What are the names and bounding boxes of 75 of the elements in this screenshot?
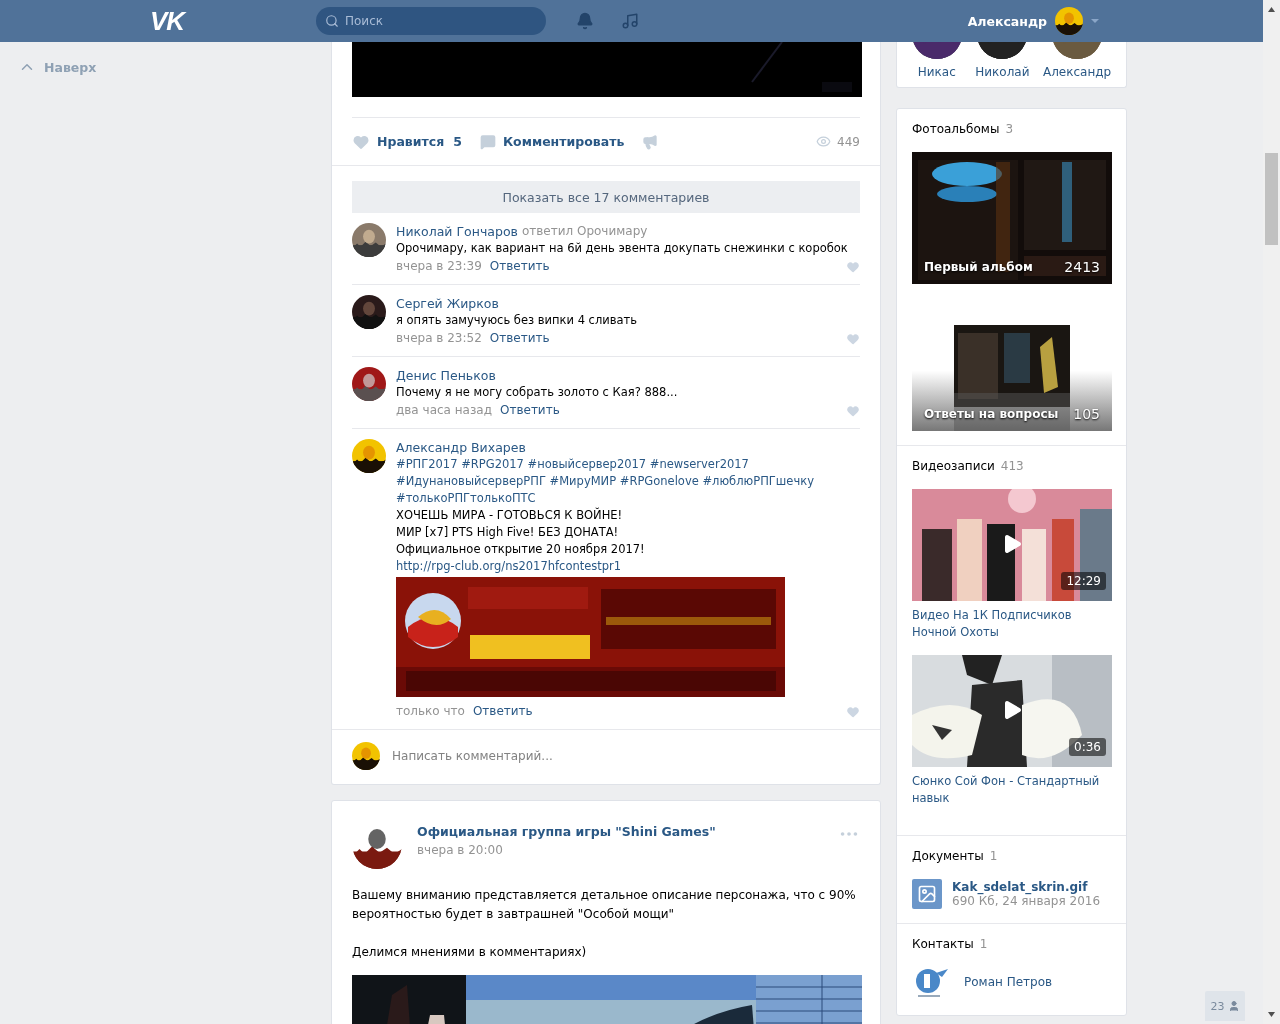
contact-name[interactable]: Роман Петров [964, 975, 1053, 989]
video-thumbnail[interactable]: 12:29 [912, 489, 1112, 601]
avatar [352, 742, 380, 770]
section-title[interactable]: Контакты [912, 937, 974, 951]
friend-link[interactable]: Александр [1043, 42, 1112, 79]
video-thumbnail[interactable]: 0:36 [912, 655, 1112, 767]
section-count: 1 [989, 849, 998, 863]
comment-time: только что [396, 703, 465, 720]
comment-button[interactable]: Комментировать [479, 133, 625, 150]
comment-author[interactable]: Николай Гончаров [396, 223, 518, 240]
share-button[interactable] [642, 133, 659, 150]
comment-text: Официальное открытие 20 ноября 2017! [396, 541, 646, 558]
album-tile[interactable]: Первый альбом 2413 [912, 152, 1112, 284]
avatar [1055, 7, 1083, 35]
avatar [352, 439, 386, 473]
image-file-icon[interactable] [912, 879, 942, 909]
video-duration: 12:29 [1061, 572, 1106, 590]
document-name[interactable]: Kak_sdelat_skrin.gif [952, 880, 1101, 894]
comment-time: вчера в 23:39 [396, 258, 482, 275]
video-title[interactable]: Видео На 1К Подписчиков Ночной Охоты [912, 607, 1112, 641]
comment-author[interactable]: Сергей Жирков [396, 295, 499, 312]
avatar [352, 367, 386, 401]
person-icon [1227, 1000, 1240, 1012]
reply-link[interactable]: Ответить [489, 330, 550, 347]
comment-time: два часа назад [396, 402, 492, 419]
user-name[interactable]: Александр [967, 13, 1047, 29]
reply-to-text: ответил Орочимару [521, 223, 648, 240]
search-icon [325, 14, 339, 28]
comment-link[interactable]: #ИдунановыйсерверРПГ #МируМИР #RPGonelove #люблюРПГшечку [396, 473, 860, 490]
comment-text: МИР [x7] PTS High Five! БЕЗ ДОНАТА! [396, 524, 620, 541]
music-icon[interactable] [621, 12, 639, 30]
video-duration: 0:36 [1069, 738, 1106, 756]
comment-text: Почему я не могу собрать золото с Кая? 888... [396, 384, 679, 401]
vk-logo[interactable]: VK [150, 5, 185, 37]
post-time: вчера в 20:00 [417, 842, 504, 857]
reply-link[interactable]: Ответить [500, 402, 560, 419]
friend-link[interactable]: Николай [975, 42, 1030, 79]
post-text: Делимся мнениями в комментариях) [352, 944, 588, 961]
section-title[interactable]: Видеозаписи [912, 459, 995, 473]
comment-text: я опять замучуюсь без випки 4 сливать [396, 312, 639, 329]
comment-link[interactable]: #РПГ2017 #RPG2017 #новыйсервер2017 #newserver2017 [396, 456, 860, 473]
speech-bubble-icon [479, 133, 496, 150]
comment-time: вчера в 23:52 [396, 330, 482, 347]
post-text: Вашему вниманию представляется детальное описание персонажа, что с 90% вероятностью будет в завтрашней "Особой мощи" [352, 887, 857, 923]
caret-icon[interactable] [1091, 19, 1099, 23]
section-count: 413 [1000, 459, 1024, 473]
friend-link[interactable]: Никас [911, 42, 962, 79]
like-button[interactable]: Нравится 5 [352, 132, 462, 151]
show-all-comments-button[interactable]: Показать все 17 комментариев [352, 181, 860, 213]
comment-link[interactable]: #толькоРПГтолькоПТС [396, 490, 860, 507]
video-title[interactable]: Сюнко Сой Фон - Стандартный навык [912, 773, 1112, 807]
search-field[interactable]: Поиск [316, 7, 546, 35]
bell-icon[interactable] [576, 12, 594, 30]
like-icon[interactable] [846, 704, 860, 719]
like-icon[interactable] [846, 331, 860, 346]
comment-link[interactable]: http://rpg-club.org/ns2017hfcontestpr1 [396, 558, 860, 575]
avatar [352, 295, 386, 329]
views-count: 449 [816, 134, 860, 149]
eye-icon [816, 134, 832, 149]
section-title[interactable]: Документы [912, 849, 984, 863]
comment-author[interactable]: Александр Вихарев [396, 439, 526, 456]
reply-link[interactable]: Ответить [472, 703, 533, 720]
album-tile[interactable]: Ответы на вопросы 105 [912, 297, 1112, 431]
avatar [352, 223, 386, 257]
like-icon[interactable] [846, 259, 860, 274]
document-meta: 690 Кб, 24 января 2016 [952, 894, 1101, 908]
section-count: 3 [1005, 122, 1013, 136]
post-author[interactable]: Официальная группа игры "Shini Games" [417, 823, 823, 839]
comment-author[interactable]: Денис Пеньков [396, 367, 496, 384]
comment-text: ХОЧЕШЬ МИРА - ГОТОВЬСЯ К ВОЙНЕ! [396, 507, 624, 524]
reply-link[interactable]: Ответить [489, 258, 550, 275]
section-count: 1 [979, 937, 988, 951]
comment-text: Орочимару, как вариант на 6й день эвента докупать снежинки с коробок [396, 240, 849, 257]
section-title[interactable]: Фотоальбомы [912, 122, 1000, 136]
like-icon[interactable] [846, 403, 860, 418]
